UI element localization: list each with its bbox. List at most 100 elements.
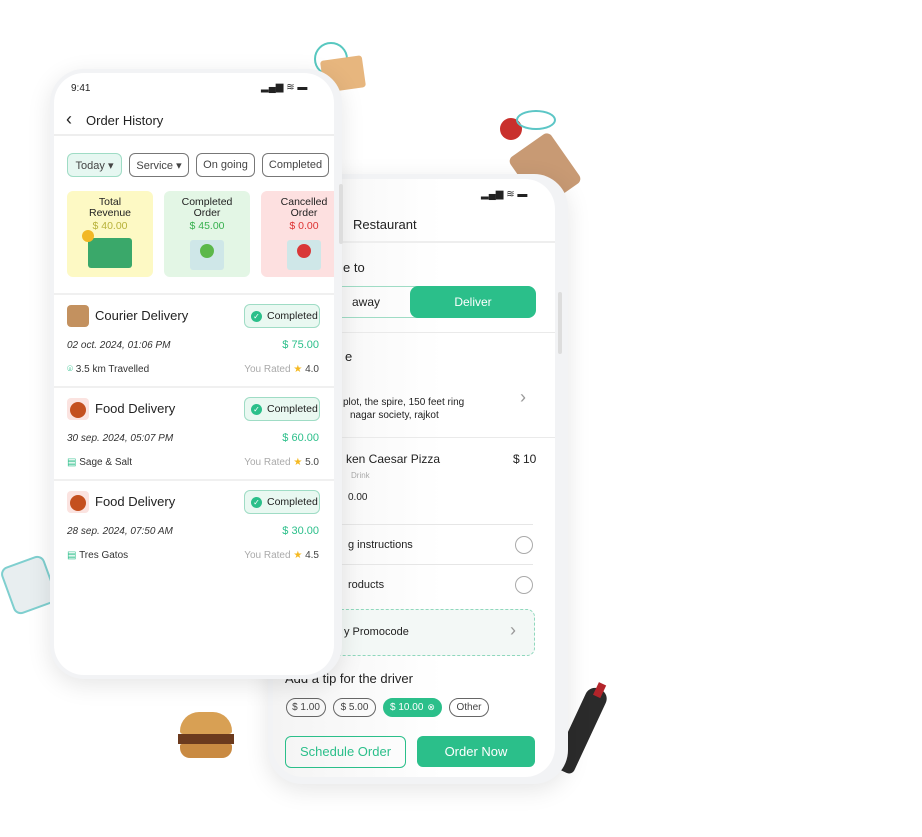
stat-value: $ 40.00 (92, 220, 128, 232)
rated-label: You Rated (244, 550, 291, 561)
order-meta: ⌾ 3.5 km Travelled (67, 364, 149, 375)
filter-today[interactable]: Today ▾ (67, 153, 122, 177)
order-meta: ▤ Sage & Salt (67, 457, 132, 468)
selected-tip-label: $ 10.00 (390, 702, 424, 713)
schedule-order-button[interactable]: Schedule Order (285, 736, 406, 768)
mode-deliver[interactable]: Deliver (410, 286, 536, 318)
products-label: roducts (348, 579, 385, 591)
scrollbar[interactable] (339, 184, 343, 244)
order-history-screen: 9:41 ▂▄▆ ≋ ▬ ‹ Order History Today ▾ Ser… (54, 73, 334, 675)
stat-label: Cancelled Order (280, 196, 328, 219)
mode-toggle[interactable]: away Deliver (313, 286, 536, 318)
checkout-title: Restaurant (353, 217, 417, 232)
order-type: Courier Delivery (95, 308, 189, 323)
stat-total-revenue: Total Revenue $ 40.00 (67, 191, 153, 277)
status-icons: ▂▄▆ ≋ ▬ (261, 82, 308, 93)
order-type: Food Delivery (95, 494, 176, 509)
food-icon (67, 398, 89, 420)
tip-option[interactable]: $ 1.00 (286, 698, 326, 717)
promocode-chevron-icon: › (510, 620, 516, 640)
store-icon: ▤ (67, 550, 77, 561)
rating-value: 4.5 (305, 550, 319, 561)
page-title: Order History (86, 113, 164, 128)
order-rating: You Rated ★ 5.0 (244, 457, 319, 468)
rated-label: You Rated (244, 364, 291, 375)
meta-label: 3.5 km Travelled (75, 364, 150, 375)
tip-option[interactable]: Other (449, 698, 489, 717)
rating-value: 5.0 (305, 457, 319, 468)
status-label: Completed (267, 403, 318, 415)
order-type: Food Delivery (95, 401, 176, 416)
stat-label: Total Revenue (88, 196, 132, 219)
status-label: Completed (267, 310, 318, 322)
status-icons: ▂▄▆ ≋ ▬ (481, 189, 528, 200)
order-list-item[interactable]: Food Delivery ✓ Completed 30 sep. 2024, 0… (54, 386, 334, 479)
check-icon: ✓ (251, 310, 262, 322)
item-price: $ 10 (513, 452, 537, 466)
filter-service[interactable]: Service ▾ (129, 153, 189, 177)
burger-illustration (172, 702, 242, 768)
receipt-check-icon (190, 240, 224, 270)
address-line-2: nagar society, rajkot (350, 410, 439, 421)
order-date: 28 sep. 2024, 07:50 AM (67, 526, 173, 537)
address-heading: e (345, 349, 353, 364)
order-date: 02 oct. 2024, 01:06 PM (67, 340, 171, 351)
check-icon: ✓ (251, 496, 262, 508)
stat-cancelled-order: Cancelled Order $ 0.00 (261, 191, 334, 277)
divider (54, 134, 334, 136)
receipt-cross-icon (287, 240, 321, 270)
delivery-mode-heading: e to (343, 260, 365, 275)
order-meta: ▤ Tres Gatos (67, 550, 128, 561)
status-badge: ✓ Completed (244, 397, 320, 421)
scrollbar[interactable] (558, 292, 562, 354)
money-icon (82, 230, 132, 268)
tip-option[interactable]: $ 5.00 (333, 698, 376, 717)
order-rating: You Rated ★ 4.5 (244, 550, 319, 561)
add-instructions-icon[interactable] (515, 536, 533, 554)
star-icon: ★ (293, 550, 303, 561)
status-badge: ✓ Completed (244, 490, 320, 514)
back-icon[interactable]: ‹ (66, 109, 72, 130)
order-amount: $ 60.00 (282, 432, 319, 444)
clear-tip-icon[interactable]: ⊗ (427, 702, 435, 713)
stat-value: $ 45.00 (189, 220, 225, 232)
order-rating: You Rated ★ 4.0 (244, 364, 319, 375)
star-icon: ★ (293, 364, 303, 375)
order-list-item[interactable]: Food Delivery ✓ Completed 28 sep. 2024, 0… (54, 479, 334, 572)
mode-takeaway[interactable]: away (352, 295, 380, 309)
meta-label: Sage & Salt (79, 457, 133, 468)
stat-value: $ 0.00 (289, 220, 319, 232)
promocode-button[interactable]: y Promocode › (313, 609, 535, 656)
rated-label: You Rated (244, 457, 291, 468)
filter-ongoing[interactable]: On going (196, 153, 255, 177)
food-icon (67, 491, 89, 513)
status-badge: ✓ Completed (244, 304, 320, 328)
stat-label: Completed Order (181, 196, 233, 219)
item-total: 0.00 (348, 492, 368, 503)
address-line-1: plot, the spire, 150 feet ring (343, 397, 465, 408)
order-amount: $ 75.00 (282, 339, 319, 351)
stat-completed-order: Completed Order $ 45.00 (164, 191, 250, 277)
order-list-item[interactable]: Courier Delivery ✓ Completed 02 oct. 2024… (54, 293, 334, 386)
store-icon: ▤ (67, 457, 77, 468)
instructions-label: g instructions (348, 539, 413, 551)
meta-label: Tres Gatos (79, 550, 129, 561)
order-date: 30 sep. 2024, 05:07 PM (67, 433, 174, 444)
box-icon (67, 305, 89, 327)
add-products-icon[interactable] (515, 576, 533, 594)
item-name: ken Caesar Pizza (346, 452, 441, 466)
tip-option-selected[interactable]: $ 10.00 ⊗ (383, 698, 442, 717)
order-now-button[interactable]: Order Now (417, 736, 535, 767)
check-icon: ✓ (251, 403, 262, 415)
order-history-phone: 9:41 ▂▄▆ ≋ ▬ ‹ Order History Today ▾ Ser… (50, 69, 343, 679)
order-amount: $ 30.00 (282, 525, 319, 537)
star-icon: ★ (293, 457, 303, 468)
status-label: Completed (267, 496, 318, 508)
filter-completed[interactable]: Completed (262, 153, 329, 177)
location-pin-icon: ⌾ (67, 364, 73, 375)
status-time: 9:41 (71, 83, 91, 94)
item-subtitle: Drink (351, 471, 370, 480)
address-chevron-icon[interactable]: › (520, 387, 526, 408)
promocode-label: y Promocode (344, 626, 409, 638)
rating-value: 4.0 (305, 364, 319, 375)
